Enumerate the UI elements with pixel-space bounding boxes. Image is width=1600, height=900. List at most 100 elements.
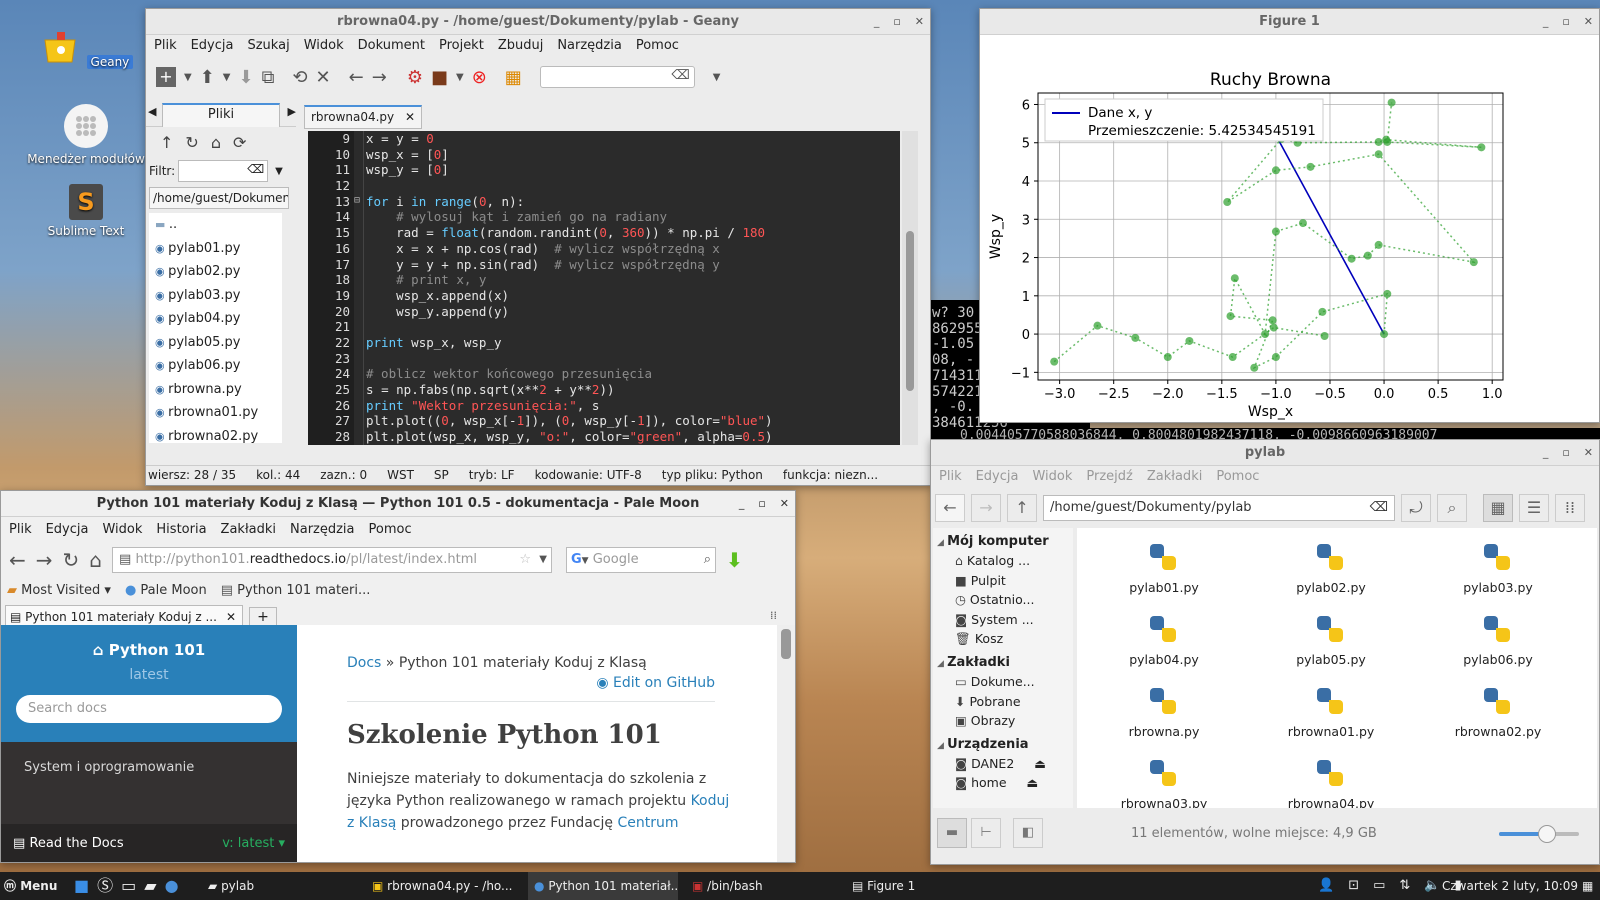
list-item[interactable]: ◉ rbrowna.py [155,378,282,402]
zoom-slider-handle[interactable] [1538,825,1556,843]
list-item[interactable]: ◉ pylab04.py [155,307,282,331]
minimize-icon[interactable]: _ [1543,440,1549,466]
fold-icon[interactable]: ⊟ [354,195,360,206]
fm-titlebar[interactable]: pylab _ ▫ ✕ [931,440,1599,466]
menu-item-1[interactable]: Edycja [46,517,89,543]
rtd-footer[interactable]: ▤ Read the Docs v: latest ▾ [1,824,297,862]
forward-icon[interactable]: → [36,548,53,572]
new-tab-button[interactable]: + [249,607,277,627]
browser-launcher-icon[interactable]: ● [165,872,179,900]
tab-list-icon[interactable]: ⁞⁞ [770,609,777,622]
taskbar-item-geany[interactable]: ▣ rbrowna04.py - /ho... [372,872,522,900]
fm-file-item[interactable]: pylab03.py [1433,544,1563,595]
rtd-search-input[interactable]: Search docs [16,695,282,723]
update-icon[interactable]: ⊡ [1348,872,1359,900]
menu-item-4[interactable]: Zakładki [221,517,276,543]
fm-section-header[interactable]: ◢ Mój komputer [933,528,1073,551]
close-icon[interactable]: ✕ [780,491,789,517]
up-icon[interactable]: ↑ [160,133,173,152]
close-icon[interactable]: ✕ [915,9,924,35]
desktop-icon-geany[interactable]: Geany [26,26,146,69]
fm-file-item[interactable]: pylab01.py [1099,544,1229,595]
location-input[interactable]: /home/guest/Dokumenty/pylab ⌫ [1043,495,1395,521]
search-input[interactable]: ⌫ [539,66,695,88]
eject-icon[interactable]: ⏏ [1023,775,1039,790]
fm-place-item[interactable]: ⬇ Pobrane [933,692,1073,712]
maximize-icon[interactable]: ▫ [1562,9,1569,35]
menu-item-2[interactable]: Widok [102,517,142,543]
refresh-icon[interactable]: ↻ [185,133,198,152]
user-icon[interactable]: 👤 [1318,872,1334,900]
fm-place-item[interactable]: ▣ Obrazy [933,711,1073,731]
display-icon[interactable]: ▭ [1373,872,1385,900]
fm-place-item[interactable]: ■ Pulpit [933,571,1073,591]
back-icon[interactable]: ← [349,67,364,88]
compact-view-icon[interactable]: ⁞⁞ [1555,494,1585,522]
forward-icon[interactable]: → [372,67,387,88]
download-icon[interactable]: ⬇ [726,548,743,572]
save-all-icon[interactable]: ⧉ [262,67,275,88]
list-item[interactable]: ◉ rbrowna01.py [155,401,282,425]
filter-input[interactable]: ⌫ [178,160,269,182]
maximize-icon[interactable]: ▫ [893,9,900,35]
taskbar-item-terminal[interactable]: ▣ /bin/bash [692,872,763,900]
geany-window[interactable]: rbrowna04.py - /home/guest/Dokumenty/pyl… [145,8,931,486]
fm-file-item[interactable]: rbrowna04.py [1266,760,1396,808]
menu-item-1[interactable]: Edycja [976,466,1019,488]
minimize-icon[interactable]: _ [739,491,745,517]
fm-place-item[interactable]: ▭ Dokume... [933,672,1073,692]
fm-file-item[interactable]: pylab04.py [1099,616,1229,667]
menu-item-7[interactable]: Narzędzia [557,35,622,57]
file-manager-window[interactable]: pylab _ ▫ ✕ Plik Edycja Widok Przejdź Zakładki… [930,439,1600,865]
fm-file-item[interactable]: pylab05.py [1266,616,1396,667]
home-icon[interactable]: ⌂ [211,133,221,152]
volume-icon[interactable]: 🔈 [1424,872,1440,900]
clear-icon[interactable]: ⌫ [1370,496,1388,520]
taskbar-item-palemoon[interactable]: ● Python 101 materiał... [528,872,678,900]
list-item[interactable]: ◉ pylab03.py [155,284,282,308]
fm-place-item[interactable]: 🗑 Kosz [933,629,1073,649]
menu-item-4[interactable]: Dokument [358,35,425,57]
clock[interactable]: Czwartek 2 luty, 10:09 [1442,872,1578,900]
terminal-launcher-icon[interactable]: ▭ [121,872,136,900]
search-icon[interactable]: ⌕ [704,548,711,572]
fm-file-item[interactable]: rbrowna02.py [1433,688,1563,739]
menu-item-3[interactable]: Przejdź [1086,466,1132,488]
fm-place-item[interactable]: ◙ System ... [933,610,1073,630]
menu-item-0[interactable]: Plik [9,517,32,543]
list-item[interactable]: ◉ rbrowna02.py [155,425,282,444]
chevron-left-icon[interactable]: ◀ [148,105,156,118]
url-bar[interactable]: ▤ http://python101.readthedocs.io/pl/lat… [112,547,552,573]
search-box[interactable]: G▼ Google ⌕ [566,547,716,573]
fm-section-header[interactable]: ◢ Zakładki [933,649,1073,672]
bookmark-item[interactable]: ▰ Most Visited ▾ [7,583,111,598]
build-icon[interactable]: ■ [431,67,448,88]
zklasa-link[interactable]: z Klasą [347,815,396,831]
rtd-footer-version[interactable]: v: latest ▾ [222,824,285,862]
list-item[interactable]: ◉ pylab02.py [155,260,282,284]
menu-item-3[interactable]: Historia [156,517,206,543]
compile-icon[interactable]: ⚙ [407,67,423,88]
list-item[interactable]: ▬ .. [155,213,282,237]
list-item[interactable]: ◉ pylab05.py [155,331,282,355]
desktop-icon-sublime[interactable]: S Sublime Text [26,184,146,238]
palemoon-titlebar[interactable]: Python 101 materiały Koduj z Klasą — Pyt… [1,491,795,517]
chevron-right-icon[interactable]: ▶ [288,105,296,118]
koduj-link[interactable]: Koduj [691,793,730,809]
desktop-icon-module-manager[interactable]: Menedżer modułów [26,104,146,166]
back-icon[interactable]: ← [935,494,965,522]
files-launcher-icon[interactable]: ▰ [144,872,156,900]
search-icon[interactable]: ⌕ [1437,494,1467,522]
centrum-link[interactable]: Centrum [617,815,678,831]
page-scrollbar[interactable] [777,625,795,862]
rtd-nav-item[interactable]: System i oprogramowanie [1,742,297,775]
menu-item-5[interactable]: Pomoc [1216,466,1259,488]
google-icon[interactable]: G [571,552,582,567]
sync-icon[interactable]: ⟳ [233,133,246,152]
chevron-down-icon[interactable]: ▼ [184,72,192,83]
fm-place-item[interactable]: ◷ Ostatnio... [933,590,1073,610]
chevron-down-icon[interactable]: ▼ [713,72,721,83]
code-editor[interactable]: 9 10 11 12 13 14 15 16 17 18 19 20 21 22 23 24 25 26 27 28 … [308,131,900,445]
editor-scrollbar[interactable] [902,131,918,445]
toggle-location-icon[interactable]: ⤾ [1401,494,1431,522]
